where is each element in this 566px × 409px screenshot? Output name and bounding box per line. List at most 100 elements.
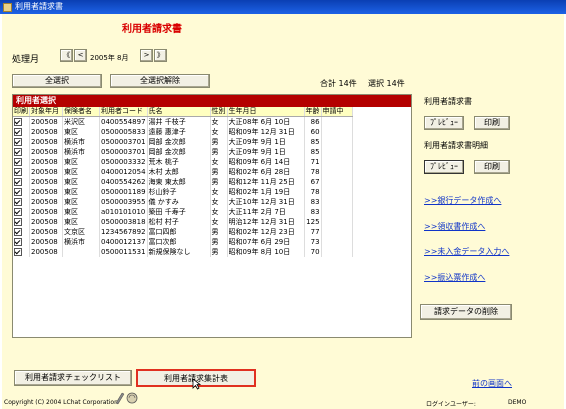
print-checkbox-cell[interactable]	[13, 167, 30, 177]
unpaid-data-link[interactable]: >>未入金データ入力へ	[424, 246, 509, 257]
user-code-cell: 0500005833	[99, 127, 148, 137]
table-row[interactable]: 200508 東区 0500005833 遠藤 惠津子女昭和09年 12月 31日 60	[13, 127, 353, 137]
birthdate-cell: 大正08年 6月 10日	[227, 116, 305, 127]
insurer-cell: 横浜市	[62, 237, 100, 247]
invoice-print-button[interactable]: 印刷	[474, 116, 510, 130]
window-titlebar: 利用者請求書	[0, 0, 566, 14]
print-checkbox-cell[interactable]	[13, 237, 30, 247]
table-row[interactable]: 200508 東区 0500003818 松村 村子女明治12年 12月 31日 125	[13, 217, 353, 227]
user-code-cell: 0400012137	[99, 237, 148, 247]
table-row[interactable]: 200508 横浜市 0500003701 岡部 金次郎男大正09年 9月 1日 85	[13, 137, 353, 147]
print-checkbox[interactable]	[14, 198, 22, 206]
table-row[interactable]: 200508 東区 0400554262 海東 東太郎男昭和12年 11月 25日 67	[13, 177, 353, 187]
print-checkbox-cell[interactable]	[13, 177, 30, 187]
table-row[interactable]: 200508 横浜市 0400012137 富口次郎男昭和07年 6月 29日 73	[13, 237, 353, 247]
print-checkbox-cell[interactable]	[13, 116, 30, 127]
print-checkbox[interactable]	[14, 128, 22, 136]
detail-preview-button[interactable]: ﾌﾟﾚﾋﾞｭｰ	[424, 160, 464, 174]
login-user: DEMO	[508, 399, 527, 406]
target-month-cell: 200508	[29, 247, 63, 257]
name-cell: 岡部 金次郎	[147, 147, 211, 157]
print-checkbox-cell[interactable]	[13, 247, 30, 257]
insurer-cell: 東区	[62, 157, 100, 167]
table-row[interactable]: 200508 東区 0500003955 儀 かすみ女大正10年 12月 31日 83	[13, 197, 353, 207]
print-checkbox[interactable]	[14, 238, 22, 246]
user-code-cell: 0500003701	[99, 137, 148, 147]
user-code-cell: 0400554897	[99, 116, 148, 127]
target-month-cell: 200508	[29, 137, 63, 147]
last-month-button[interactable]: 》	[154, 49, 167, 62]
print-checkbox[interactable]	[14, 208, 22, 216]
print-checkbox[interactable]	[14, 218, 22, 226]
target-month-cell: 200508	[29, 177, 63, 187]
gender-cell: 女	[210, 127, 228, 137]
pen-icon	[115, 392, 125, 405]
delete-invoice-data-button[interactable]: 請求データの削除	[420, 304, 512, 320]
table-body: 200508 米沢区 0400554897 湯井 千枝子女大正08年 6月 10日 86…	[13, 116, 353, 257]
name-cell: 富口四郎	[147, 227, 211, 237]
name-cell: 松村 村子	[147, 217, 211, 227]
detail-section-label: 利用者請求書明細	[424, 141, 488, 150]
page-title: 利用者請求書	[122, 24, 182, 35]
print-checkbox-cell[interactable]	[13, 147, 30, 157]
print-checkbox[interactable]	[14, 168, 22, 176]
print-checkbox-cell[interactable]	[13, 137, 30, 147]
name-cell: 遠藤 惠津子	[147, 127, 211, 137]
age-cell: 73	[304, 237, 322, 247]
table-row[interactable]: 200508 東区 0500003332 荒木 桃子女昭和09年 6月 14日 71	[13, 157, 353, 167]
insurer-cell: 横浜市	[62, 147, 100, 157]
target-month-cell: 200508	[29, 127, 63, 137]
pending-cell	[321, 116, 353, 127]
print-checkbox[interactable]	[14, 118, 22, 126]
pending-cell	[321, 147, 353, 157]
deselect-all-button[interactable]: 全選択解除	[110, 74, 210, 88]
checklist-button[interactable]: 利用者請求チェックリスト	[14, 370, 132, 386]
period-value: 2005年 8月	[90, 54, 129, 62]
print-checkbox-cell[interactable]	[13, 227, 30, 237]
age-cell: 78	[304, 167, 322, 177]
table-row[interactable]: 200508 東区 a010101010 築田 千寿子女大正11年 2月 7日 83	[13, 207, 353, 217]
table-row[interactable]: 200508 東区 0400012054 木村 太郎男昭和02年 6月 28日 78	[13, 167, 353, 177]
prev-month-button[interactable]: <	[74, 49, 87, 62]
print-checkbox[interactable]	[14, 248, 22, 256]
back-link[interactable]: 前の画面へ	[472, 378, 512, 389]
select-all-button[interactable]: 全選択	[12, 74, 102, 88]
target-month-cell: 200508	[29, 187, 63, 197]
print-checkbox[interactable]	[14, 228, 22, 236]
table-row[interactable]: 200508 横浜市 0500003701 岡部 金次郎男大正09年 9月 1日 85	[13, 147, 353, 157]
print-checkbox[interactable]	[14, 188, 22, 196]
print-checkbox-cell[interactable]	[13, 127, 30, 137]
print-checkbox[interactable]	[14, 138, 22, 146]
print-checkbox[interactable]	[14, 158, 22, 166]
globe-icon	[126, 392, 138, 404]
transfer-slip-link[interactable]: >>振込票作成へ	[424, 272, 485, 283]
copyright-text: Copyright (C) 2004 LChat Corporation	[4, 399, 118, 406]
insurer-cell: 東区	[62, 217, 100, 227]
receipt-link[interactable]: >>領収書作成へ	[424, 221, 485, 232]
login-label: ログインユーザー:	[426, 401, 476, 408]
print-checkbox-cell[interactable]	[13, 187, 30, 197]
detail-print-button[interactable]: 印刷	[474, 160, 510, 174]
first-month-button[interactable]: 《	[60, 49, 73, 62]
target-month-cell: 200508	[29, 157, 63, 167]
invoice-preview-button[interactable]: ﾌﾟﾚﾋﾞｭｰ	[424, 116, 464, 130]
name-cell: 杉山鈴子	[147, 187, 211, 197]
name-cell: 新規保険なし	[147, 247, 211, 257]
print-checkbox[interactable]	[14, 148, 22, 156]
bank-data-link[interactable]: >>銀行データ作成へ	[424, 195, 501, 206]
table-row[interactable]: 200508 文京区 1234567892 富口四郎男昭和02年 12月 23日 77	[13, 227, 353, 237]
print-checkbox[interactable]	[14, 178, 22, 186]
print-checkbox-cell[interactable]	[13, 217, 30, 227]
age-cell: 83	[304, 207, 322, 217]
print-checkbox-cell[interactable]	[13, 197, 30, 207]
next-month-button[interactable]: >	[140, 49, 153, 62]
print-checkbox-cell[interactable]	[13, 207, 30, 217]
print-checkbox-cell[interactable]	[13, 157, 30, 167]
table-row[interactable]: 200508 0500011531 新規保険なし男昭和09年 8月 10日 70	[13, 247, 353, 257]
col-pending: 申請中	[321, 107, 353, 117]
table-row[interactable]: 200508 東区 0500001189 杉山鈴子女昭和02年 1月 19日 78	[13, 187, 353, 197]
table-row[interactable]: 200508 米沢区 0400554897 湯井 千枝子女大正08年 6月 10日 86	[13, 116, 353, 127]
insurer-cell: 横浜市	[62, 137, 100, 147]
pending-cell	[321, 227, 353, 237]
user-table: 印刷 対象年月 保険者名 利用者コード 氏名 性別 生年月日 年齢 申請中 20…	[13, 107, 353, 257]
